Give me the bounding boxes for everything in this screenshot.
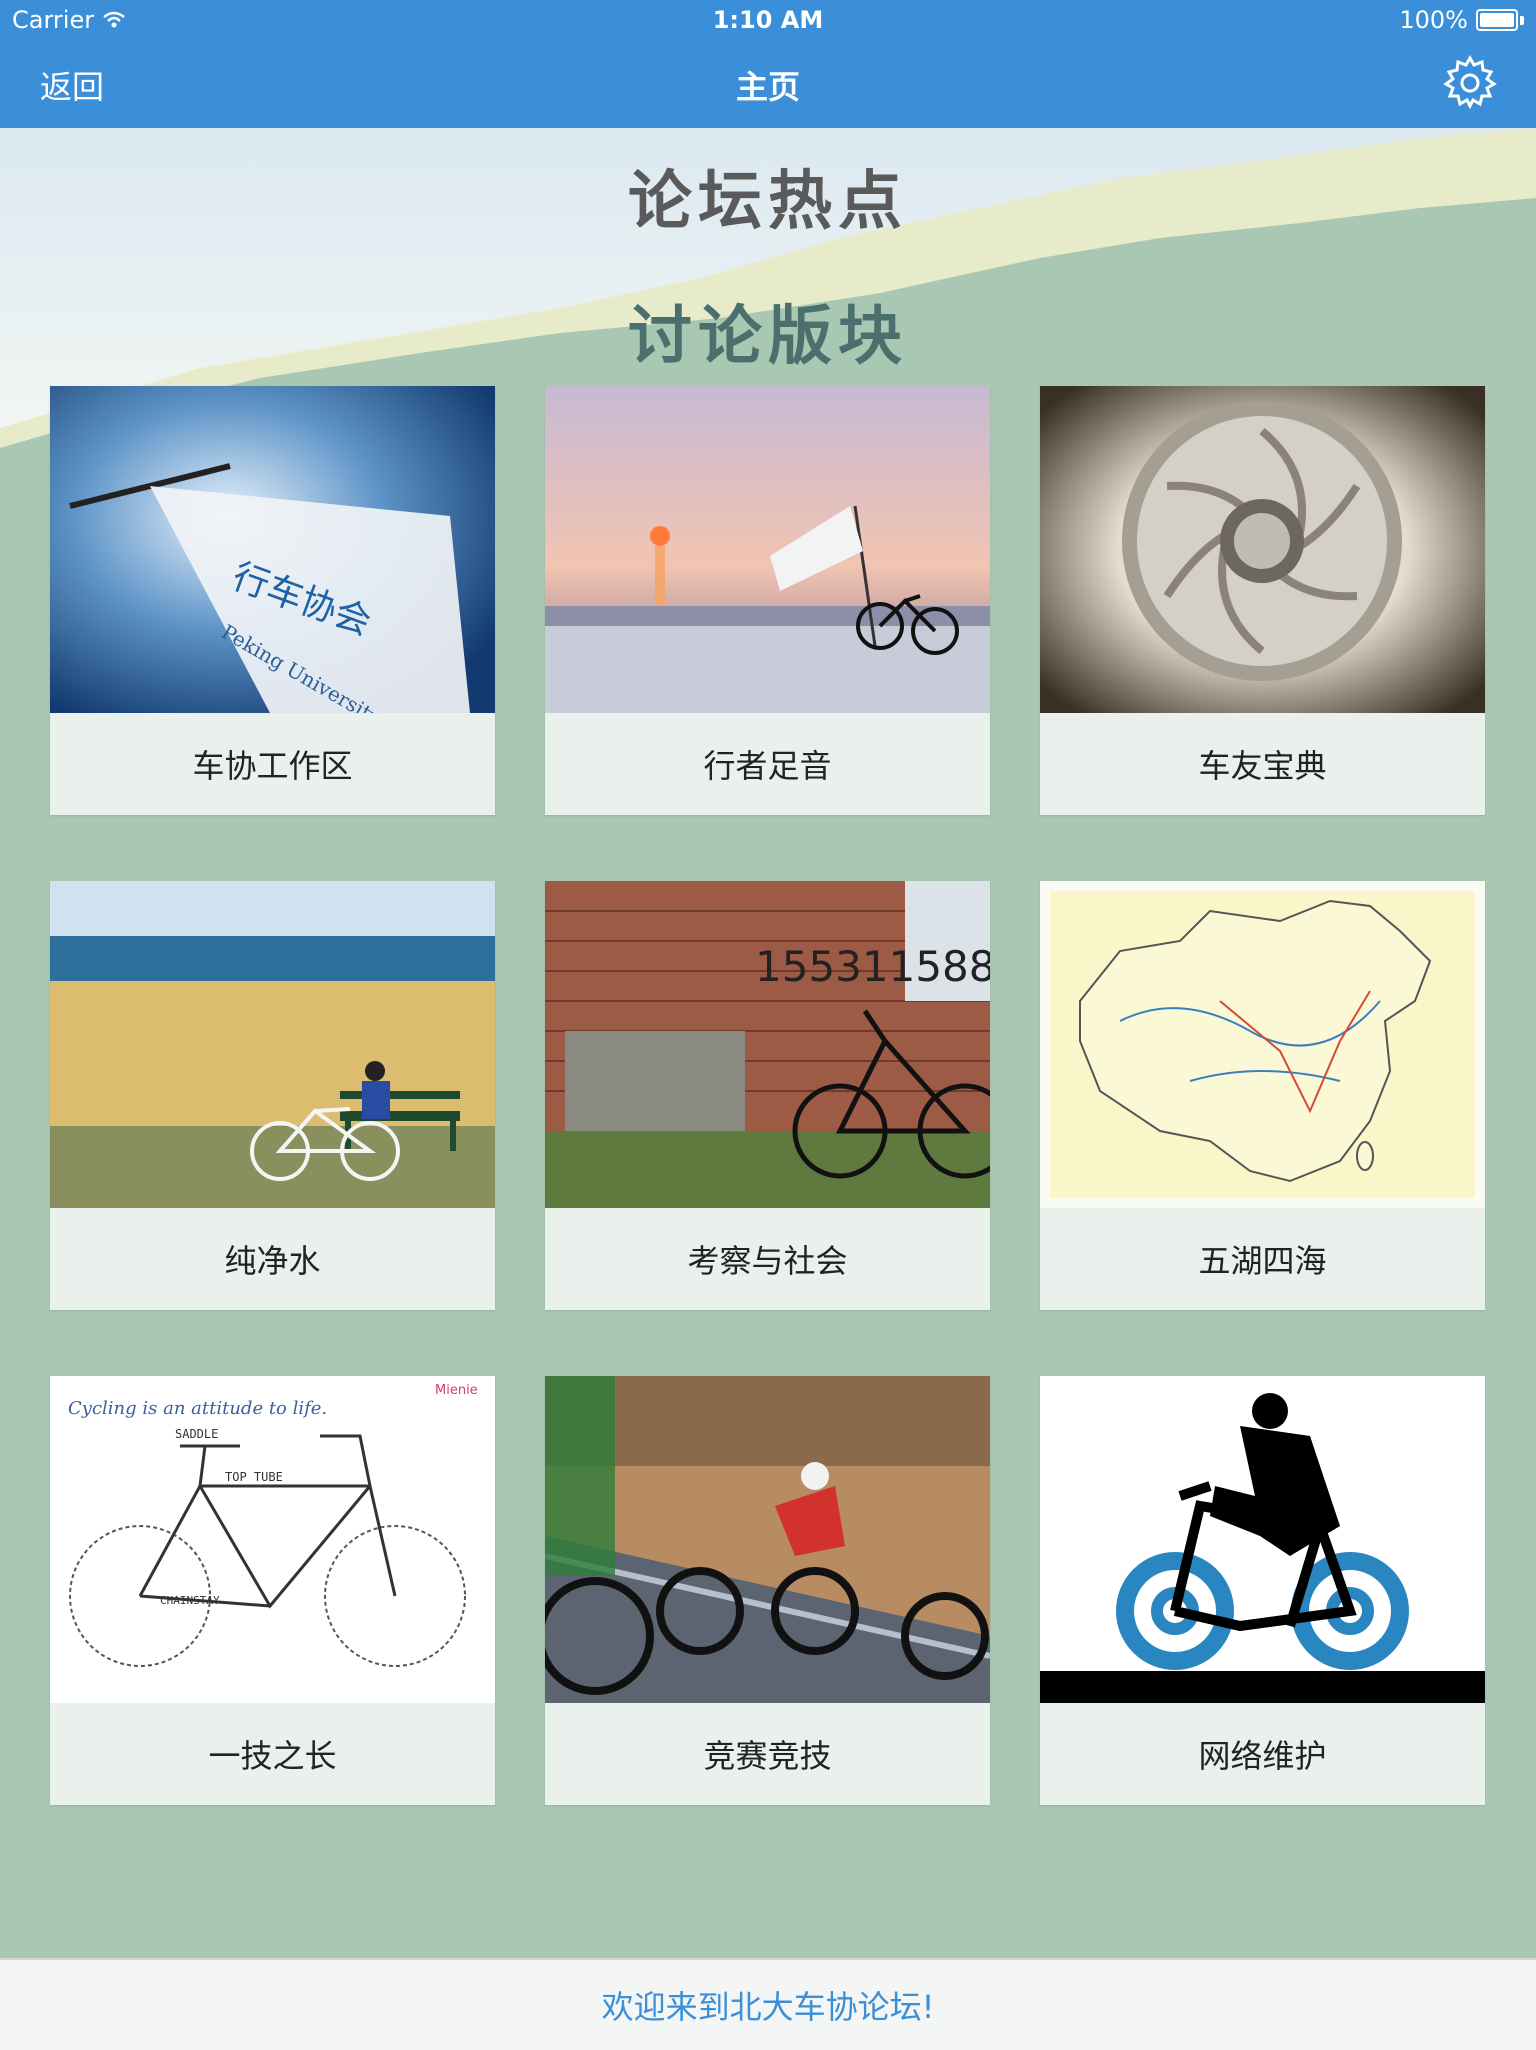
nav-row: 返回 主页 <box>0 50 1536 120</box>
board-label: 五湖四海 <box>1198 1242 1327 1280</box>
status-time: 1:10 AM <box>712 6 824 34</box>
at-sign-bike-image <box>1040 1376 1485 1703</box>
board-card-pure-water[interactable]: 纯净水 <box>50 881 495 1310</box>
board-card-racing[interactable]: 竞赛竞技 <box>545 1376 990 1805</box>
boards-heading: 讨论版块 <box>628 300 908 374</box>
svg-text:Mienie: Mienie <box>435 1383 478 1398</box>
track-racing-image <box>545 1376 990 1703</box>
association-flag-image: 行车协会 Peking University <box>50 386 495 713</box>
china-map-image <box>1040 881 1485 1208</box>
welcome-message: 欢迎来到北大车协论坛! <box>601 1988 935 2026</box>
sunset-beach-image <box>545 386 990 713</box>
battery-label: 100% <box>1399 6 1468 34</box>
bike-typography-image: Cycling is an attitude to life. Mienie T… <box>50 1376 495 1703</box>
board-label: 纯净水 <box>224 1242 321 1280</box>
brick-wall-bike-image: 15531158885 <box>545 881 990 1208</box>
welcome-footer: 欢迎来到北大车协论坛! <box>0 1958 1536 2050</box>
navigation-bar: Carrier 1:10 AM 100% 返回 主页 <box>0 0 1536 128</box>
board-label: 一技之长 <box>208 1737 337 1775</box>
svg-text:Cycling is an attitude to life: Cycling is an attitude to life. <box>68 1398 327 1419</box>
svg-text:CHAINSTAY: CHAINSTAY <box>160 1594 220 1607</box>
board-card-network-maintenance[interactable]: 网络维护 <box>1040 1376 1485 1805</box>
graffiti-phone-number: 15531158885 <box>755 942 990 991</box>
board-label: 竞赛竞技 <box>703 1737 832 1775</box>
board-card-rider-handbook[interactable]: 车友宝典 <box>1040 386 1485 815</box>
board-label: 车协工作区 <box>192 747 353 785</box>
board-label: 考察与社会 <box>687 1242 848 1280</box>
board-card-investigation-society[interactable]: 15531158885 考察与社会 <box>545 881 990 1310</box>
board-label: 车友宝典 <box>1198 747 1327 785</box>
board-card-five-lakes-four-seas[interactable]: 五湖四海 <box>1040 881 1485 1310</box>
svg-text:TOP TUBE: TOP TUBE <box>225 1470 283 1484</box>
gear-icon[interactable] <box>1442 54 1498 110</box>
board-card-travel-footsteps[interactable]: 行者足音 <box>545 386 990 815</box>
forum-hot-heading[interactable]: 论坛热点 <box>0 150 1536 242</box>
page-title: 主页 <box>735 68 800 106</box>
cassette-gear-image <box>1040 386 1485 713</box>
board-label: 网络维护 <box>1198 1737 1327 1775</box>
battery-icon <box>1476 9 1518 31</box>
board-label: 行者足音 <box>703 747 832 785</box>
battery-indicator: 100% <box>1399 6 1524 34</box>
board-card-association-work[interactable]: 行车协会 Peking University 车协工作区 <box>50 386 495 815</box>
svg-text:SADDLE: SADDLE <box>175 1427 218 1441</box>
status-bar: Carrier 1:10 AM 100% <box>0 0 1536 40</box>
beach-bench-image <box>50 881 495 1208</box>
board-card-one-skill[interactable]: Cycling is an attitude to life. Mienie T… <box>50 1376 495 1805</box>
